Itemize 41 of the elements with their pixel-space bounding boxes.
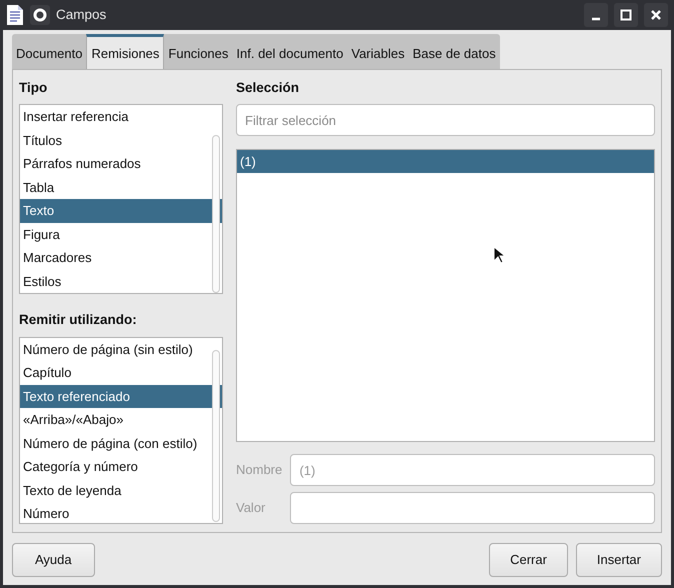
tab[interactable]: Documento: [12, 34, 86, 69]
list-item[interactable]: Insertar referencia: [20, 105, 222, 129]
list-item[interactable]: Tabla: [20, 176, 222, 200]
field-label: Nombre: [236, 461, 284, 480]
app-menu-icon[interactable]: [30, 4, 50, 25]
section-heading: Selección: [236, 79, 300, 97]
document-icon: [6, 4, 24, 26]
tab[interactable]: Base de datos: [408, 34, 500, 69]
list-item[interactable]: Número: [20, 502, 222, 523]
list-item[interactable]: (1): [237, 150, 654, 174]
mouse-pointer-icon: [493, 246, 505, 264]
tab[interactable]: Variables: [347, 34, 409, 69]
window-title: Campos: [56, 6, 108, 24]
field-label: Valor: [236, 499, 266, 518]
scrollbar[interactable]: [212, 350, 220, 522]
list-item[interactable]: «Arriba»/«Abajo»: [20, 408, 222, 432]
list-item[interactable]: Títulos: [20, 128, 222, 152]
tab[interactable]: Funciones: [164, 34, 232, 69]
list-item[interactable]: Categoría y número: [20, 455, 222, 479]
list-item[interactable]: Número de página (con estilo): [20, 432, 222, 456]
tab[interactable]: Inf. del documento: [232, 34, 348, 69]
list-item[interactable]: Texto referenciado: [20, 384, 222, 408]
section-heading: Tipo: [19, 79, 48, 97]
list-item[interactable]: Párrafos numerados: [20, 152, 222, 176]
tab[interactable]: Remisiones: [86, 34, 164, 69]
list-item[interactable]: Figura: [20, 222, 222, 246]
section-heading: Remitir utilizando:: [19, 311, 138, 330]
list-item[interactable]: Texto de leyenda: [20, 478, 222, 502]
list-item[interactable]: Marcadores: [20, 246, 222, 270]
scrollbar[interactable]: [212, 135, 220, 294]
dialog-button[interactable]: Cerrar: [489, 543, 568, 577]
list-item[interactable]: Estilos: [20, 270, 222, 294]
dialog-button[interactable]: Ayuda: [12, 543, 95, 577]
list-item[interactable]: Número de página (sin estilo): [20, 338, 222, 362]
minimize-icon[interactable]: [584, 2, 608, 27]
filter-field[interactable]: Filtrar selección: [236, 104, 655, 136]
dialog-button[interactable]: Insertar: [576, 543, 662, 577]
maximize-icon[interactable]: [614, 2, 638, 27]
list-item[interactable]: Texto: [20, 199, 222, 223]
close-icon[interactable]: [644, 2, 668, 27]
list-item[interactable]: Capítulo: [20, 361, 222, 385]
